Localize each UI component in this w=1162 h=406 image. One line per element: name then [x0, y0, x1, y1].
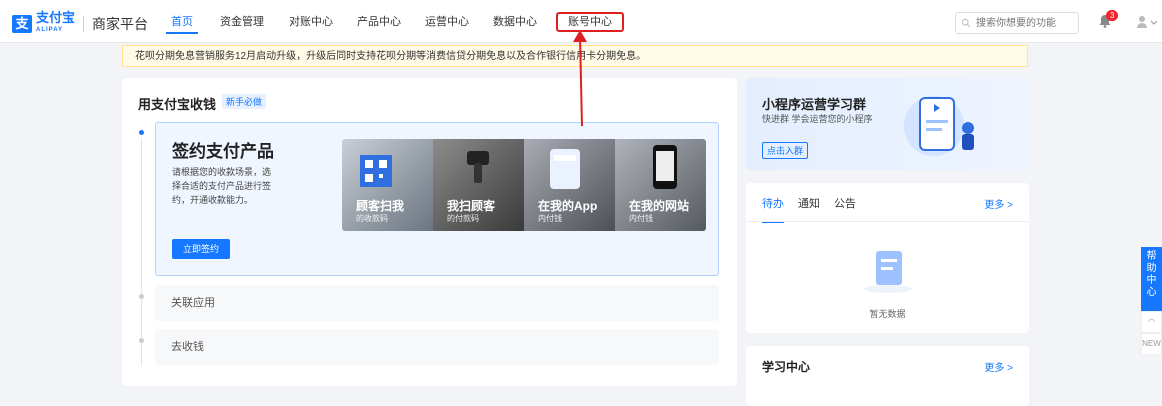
timeline-dot — [139, 294, 144, 299]
nav-data[interactable]: 数据中心 — [480, 0, 550, 42]
help-label: 帮助中心 — [1146, 251, 1157, 298]
tab-todo[interactable]: 待办 — [762, 195, 784, 223]
scanner-icon — [467, 151, 489, 183]
brand-title: 商家平台 — [92, 16, 149, 32]
timeline — [141, 138, 142, 366]
promo-subtitle: 快进群 学会运营您的小程序 — [762, 114, 873, 124]
more-link[interactable]: 更多 > — [984, 359, 1013, 374]
product-title: 我扫顾客 — [447, 199, 496, 213]
phone-icon — [550, 149, 580, 189]
logo-sub: ALIPAY — [36, 27, 64, 33]
headset-icon[interactable]: ◠ — [1141, 311, 1162, 333]
nav-operations[interactable]: 运营中心 — [414, 0, 480, 42]
more-link[interactable]: 更多 > — [984, 196, 1013, 211]
payment-products: 顾客扫我 的收款码 我扫顾客 的付款码 在我的App 内付钱 在我的网站 内付钱 — [342, 139, 706, 231]
alipay-logo[interactable]: 支 支付宝 ALIPAY 商家平台 — [12, 10, 149, 36]
product-in-app[interactable]: 在我的App 内付钱 — [524, 139, 615, 231]
divider — [83, 16, 85, 32]
nav-reconciliation[interactable]: 对账中心 — [278, 0, 344, 42]
timeline-dot — [139, 338, 144, 343]
logo-mark: 支 — [12, 15, 32, 33]
search-input[interactable] — [974, 16, 1078, 30]
product-scan-me[interactable]: 顾客扫我 的收款码 — [342, 139, 433, 231]
todo-panel: 待办 通知 公告 更多 > 暂无数据 — [746, 183, 1029, 333]
card-title: 用支付宝收钱 — [138, 97, 217, 112]
product-title: 顾客扫我 — [356, 199, 405, 213]
learning-title: 学习中心 — [762, 360, 811, 374]
search-box[interactable] — [955, 12, 1079, 34]
product-sub: 的付款码 — [447, 214, 479, 223]
product-title: 在我的App — [538, 199, 598, 213]
todo-tabs: 待办 通知 公告 — [762, 195, 870, 223]
user-avatar-icon[interactable] — [1135, 14, 1157, 30]
qr-code-icon — [360, 155, 392, 187]
nav-home[interactable]: 首页 — [158, 0, 206, 42]
step-sign-product: 签约支付产品 请根据您的收款场景，选择合适的支付产品进行签约，开通收款能力。 立… — [155, 122, 719, 276]
logo-text: 支付宝 — [36, 10, 76, 25]
annotation-arrow-icon — [573, 30, 587, 127]
join-group-button[interactable]: 点击入群 — [762, 142, 809, 159]
empty-text: 暂无数据 — [869, 309, 906, 319]
new-icon[interactable]: NEW — [1141, 333, 1162, 355]
search-icon — [961, 18, 971, 28]
step-link-app[interactable]: 关联应用 — [155, 285, 719, 321]
tab-notice[interactable]: 通知 — [798, 195, 820, 223]
product-sub: 的收款码 — [356, 214, 388, 223]
step-description: 请根据您的收款场景，选择合适的支付产品进行签约，开通收款能力。 — [172, 167, 272, 205]
phone-illustration-icon — [904, 96, 974, 156]
product-scan-customer[interactable]: 我扫顾客 的付款码 — [433, 139, 524, 231]
tab-announcement[interactable]: 公告 — [834, 195, 856, 223]
help-sidebar: 帮助中心 ◠ NEW — [1141, 247, 1162, 367]
promo-title: 小程序运营学习群 — [762, 97, 867, 112]
step-collect[interactable]: 去收钱 — [155, 329, 719, 365]
promo-banner[interactable]: 小程序运营学习群 快进群 学会运营您的小程序 点击入群 — [746, 78, 1029, 170]
divider — [746, 221, 1029, 222]
notification-badge: 3 — [1106, 10, 1119, 21]
product-sub: 内付钱 — [629, 214, 653, 223]
learning-center: 学习中心 更多 > — [746, 346, 1029, 406]
nav-funds[interactable]: 资金管理 — [206, 0, 278, 42]
help-center-button[interactable]: 帮助中心 — [1141, 247, 1162, 311]
step-title: 签约支付产品 — [172, 142, 274, 161]
sign-now-button[interactable]: 立即签约 — [172, 239, 230, 259]
phone-icon — [653, 145, 677, 189]
nav-products[interactable]: 产品中心 — [344, 0, 414, 42]
empty-document-icon — [864, 251, 912, 293]
timeline-dot-active — [139, 130, 144, 135]
product-sub: 内付钱 — [538, 214, 562, 223]
collect-money-card: 用支付宝收钱 新手必做 签约支付产品 请根据您的收款场景，选择合适的支付产品进行… — [122, 78, 737, 386]
product-on-website[interactable]: 在我的网站 内付钱 — [615, 139, 706, 231]
newbie-tag: 新手必做 — [222, 94, 267, 109]
product-title: 在我的网站 — [629, 199, 690, 213]
